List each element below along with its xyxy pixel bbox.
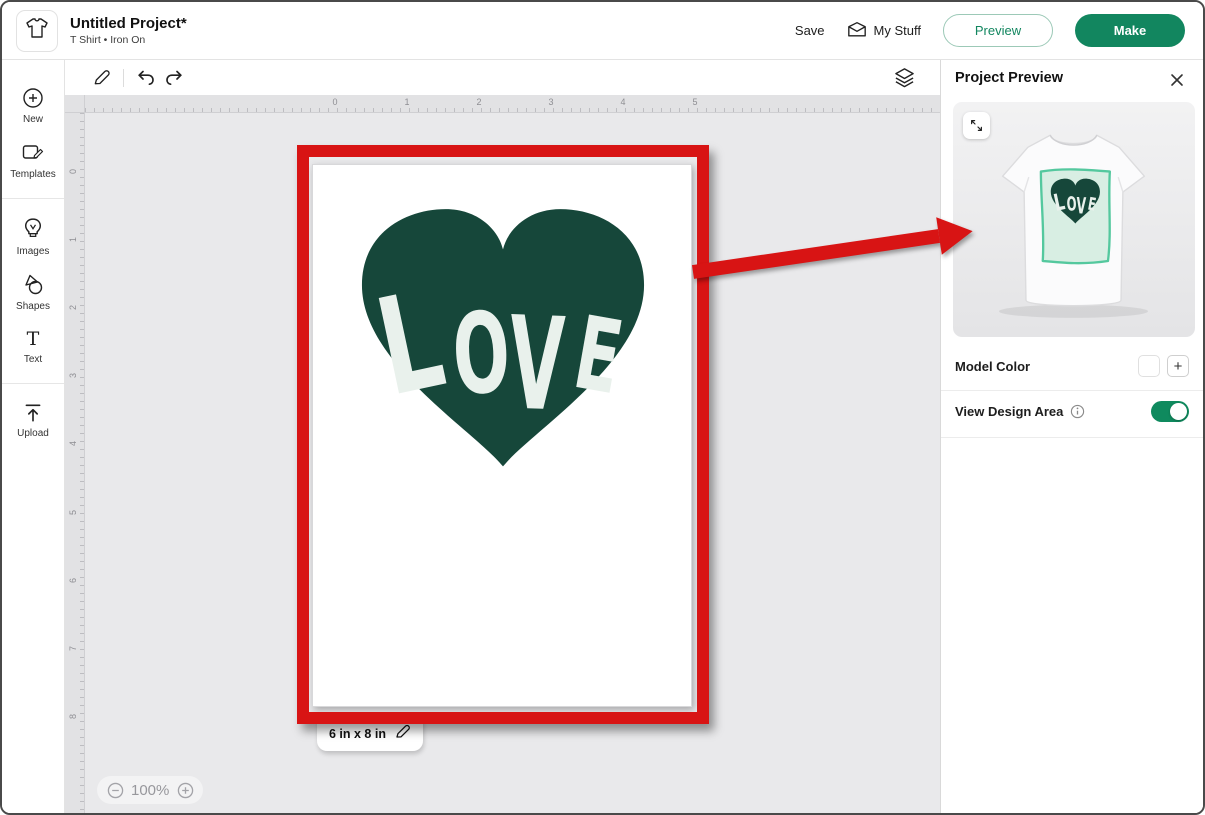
ruler-number: 2	[68, 298, 78, 310]
header: Untitled Project* T Shirt • Iron On Save…	[2, 2, 1203, 60]
sidebar-label-new: New	[23, 114, 43, 125]
sidebar-label-templates: Templates	[10, 169, 56, 180]
expand-icon[interactable]	[963, 112, 990, 139]
ruler-number: 2	[476, 97, 481, 107]
ruler-number: 1	[68, 230, 78, 242]
ruler-ticks	[85, 108, 940, 112]
ruler-number: 8	[68, 707, 78, 719]
app-window: L O V E Untitled Project* T Shirt • Iron…	[0, 0, 1205, 815]
my-stuff-label: My Stuff	[874, 23, 921, 38]
project-preview-panel: Project Preview Model Color +	[940, 60, 1203, 813]
layers-icon[interactable]	[890, 64, 918, 92]
make-button[interactable]: Make	[1075, 14, 1185, 47]
undo-icon[interactable]	[132, 64, 160, 92]
love-heart-design[interactable]	[348, 201, 658, 473]
ruler-number: 0	[332, 97, 337, 107]
sidebar-item-images[interactable]: Images	[2, 209, 64, 265]
vertical-ruler: 0 1 2 3 4 5 6 7 8	[65, 113, 85, 813]
sidebar-label-shapes: Shapes	[16, 301, 50, 312]
sidebar-item-shapes[interactable]: Shapes	[2, 265, 64, 320]
save-button[interactable]: Save	[795, 23, 825, 38]
zoom-out-icon[interactable]	[106, 781, 124, 799]
sidebar-label-images: Images	[17, 246, 50, 257]
view-design-area-label: View Design Area	[955, 404, 1063, 419]
preview-button[interactable]: Preview	[943, 14, 1053, 47]
ruler-number: 5	[68, 503, 78, 515]
new-plus-circle-icon	[21, 86, 45, 110]
ruler-number: 4	[620, 97, 625, 107]
preview-image-card	[953, 102, 1195, 337]
model-color-swatch-white[interactable]	[1138, 355, 1160, 377]
ruler-number: 3	[548, 97, 553, 107]
toolbar-divider	[123, 69, 124, 87]
canvas-size-label[interactable]: 6 in x 8 in	[317, 717, 423, 751]
title-block: Untitled Project* T Shirt • Iron On	[70, 15, 187, 46]
view-design-area-toggle[interactable]	[1151, 401, 1189, 422]
svg-text:T: T	[27, 328, 40, 350]
canvas-mat-page[interactable]	[312, 164, 692, 707]
edit-size-pencil-icon	[394, 723, 411, 745]
templates-icon	[21, 141, 45, 165]
view-design-area-row: View Design Area	[941, 391, 1203, 431]
canvas-toolbar	[65, 60, 940, 95]
sidebar-item-templates[interactable]: Templates	[2, 133, 64, 188]
close-icon[interactable]	[1167, 70, 1187, 90]
ruler-number: 3	[68, 366, 78, 378]
ruler-number: 5	[692, 97, 697, 107]
tshirt-mockup	[971, 110, 1176, 330]
sidebar-item-new[interactable]: New	[2, 78, 64, 133]
project-title: Untitled Project*	[70, 15, 187, 32]
upload-icon	[22, 402, 44, 424]
model-color-label: Model Color	[955, 359, 1030, 374]
horizontal-ruler: 0 1 2 3 4 5	[85, 95, 940, 113]
sidebar-item-upload[interactable]: Upload	[2, 394, 64, 447]
panel-title: Project Preview	[955, 70, 1063, 86]
tshirt-icon	[25, 17, 49, 44]
sidebar-divider	[2, 198, 64, 199]
ruler-number: 1	[404, 97, 409, 107]
sidebar: New Templates Images Shapes T Text	[2, 60, 65, 813]
redo-icon[interactable]	[160, 64, 188, 92]
project-subtitle: T Shirt • Iron On	[70, 34, 187, 46]
zoom-control: 100%	[97, 776, 203, 804]
info-icon[interactable]	[1070, 404, 1085, 419]
design-canvas[interactable]: 6 in x 8 in 100%	[85, 113, 940, 813]
text-icon: T	[22, 328, 44, 350]
zoom-level: 100%	[131, 782, 169, 799]
images-lightbulb-icon	[22, 217, 44, 242]
ruler-ticks	[80, 113, 84, 813]
ruler-number: 7	[68, 639, 78, 651]
toggle-knob	[1170, 403, 1187, 420]
project-type-button[interactable]	[16, 10, 58, 52]
ruler-number: 6	[68, 571, 78, 583]
divider	[941, 437, 1203, 438]
my-stuff-button[interactable]: My Stuff	[847, 21, 921, 41]
shapes-icon	[21, 273, 45, 297]
size-text: 6 in x 8 in	[329, 727, 386, 741]
ruler-number: 4	[68, 434, 78, 446]
ruler-corner	[65, 95, 85, 113]
sidebar-divider	[2, 383, 64, 384]
pencil-edit-icon[interactable]	[87, 64, 115, 92]
my-stuff-envelope-icon	[847, 21, 867, 41]
zoom-in-icon[interactable]	[176, 781, 194, 799]
add-model-color-button[interactable]: +	[1167, 355, 1189, 377]
ruler-number: 0	[68, 162, 78, 174]
sidebar-label-upload: Upload	[17, 428, 49, 439]
model-color-row: Model Color +	[941, 348, 1203, 384]
sidebar-label-text: Text	[24, 354, 42, 365]
sidebar-item-text[interactable]: T Text	[2, 320, 64, 373]
